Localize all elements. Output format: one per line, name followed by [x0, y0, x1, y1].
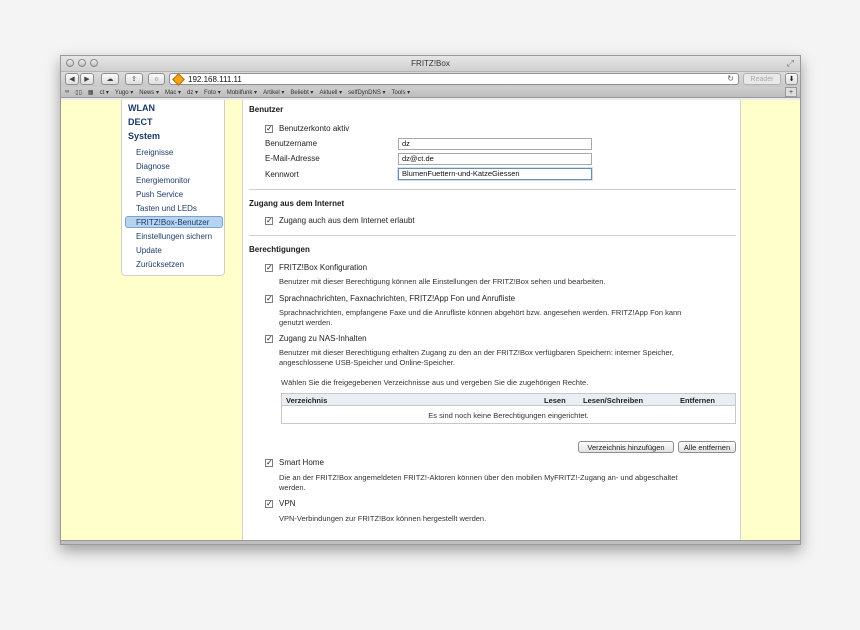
- remove-all-button[interactable]: Alle entfernen: [678, 441, 736, 453]
- new-tab-button[interactable]: +: [785, 87, 797, 97]
- page-content: WLAN DECT System Ereignisse Diagnose Ene…: [61, 100, 800, 540]
- account-active-checkbox[interactable]: ✓: [265, 125, 273, 133]
- vpn-permission-description: VPN-Verbindungen zur FRITZ!Box können he…: [279, 514, 487, 523]
- bookmark-item[interactable]: Artikel ▾: [263, 89, 284, 96]
- download-icon: ⬇: [788, 76, 795, 83]
- address-bar[interactable]: 192.168.111.11 ↻: [169, 72, 739, 86]
- sidebar-item-fritzbox-benutzer[interactable]: FRITZ!Box-Benutzer: [136, 218, 209, 227]
- add-directory-button[interactable]: Verzeichnis hinzufügen: [578, 441, 674, 453]
- email-input[interactable]: dz@ct.de: [398, 153, 592, 165]
- sidebar-item-system[interactable]: System: [128, 131, 160, 141]
- sidebar-item-push-service[interactable]: Push Service: [136, 190, 183, 199]
- vpn-permission-checkbox[interactable]: ✓: [265, 500, 273, 508]
- internet-access-label: Zugang auch aus dem Internet erlaubt: [279, 216, 415, 225]
- forward-icon: ▶: [84, 76, 90, 83]
- voice-permission-description: Sprachnachrichten, empfangene Faxe und d…: [279, 308, 682, 317]
- sidebar-item-dect[interactable]: DECT: [128, 117, 153, 127]
- bookmark-item[interactable]: News ▾: [139, 89, 159, 96]
- bookmark-item[interactable]: ct ▾: [100, 89, 109, 96]
- nas-permission-description: angeschlossene USB-Speicher und Online-S…: [279, 358, 455, 367]
- sidebar-item-einstellungen-sichern[interactable]: Einstellungen sichern: [136, 232, 212, 241]
- table-empty-message: Es sind noch keine Berechtigungen einger…: [428, 411, 589, 420]
- top-sites-button[interactable]: ○: [148, 73, 165, 85]
- config-permission-label: FRITZ!Box Konfiguration: [279, 263, 368, 272]
- window-title: FRITZ!Box: [411, 59, 450, 68]
- smarthome-permission-checkbox[interactable]: ✓: [265, 459, 273, 467]
- section-heading-berechtigungen: Berechtigungen: [249, 245, 310, 254]
- status-bar: [61, 540, 800, 544]
- vpn-permission-label: VPN: [279, 499, 296, 508]
- sidebar-item-ereignisse[interactable]: Ereignisse: [136, 148, 173, 157]
- password-input[interactable]: BlumenFuettern-und-KatzeGiessen: [398, 168, 592, 180]
- top-sites-icon: ○: [154, 75, 159, 83]
- column-header-remove[interactable]: Entfernen: [680, 396, 715, 405]
- divider: [249, 189, 736, 190]
- bookmark-item[interactable]: Yugo ▾: [115, 89, 133, 96]
- favicon-icon: [172, 72, 185, 86]
- forward-button[interactable]: ▶: [80, 73, 94, 85]
- reader-button[interactable]: Reader: [743, 73, 781, 85]
- icloud-tabs-button[interactable]: ☁: [101, 73, 119, 85]
- browser-window: FRITZ!Box ⤢ ◀ ▶ ☁ ⇪ ○ 192.168.111.11 ↻ R…: [60, 55, 801, 545]
- bookmark-item[interactable]: Tools ▾: [392, 89, 411, 96]
- username-input[interactable]: dz: [398, 138, 592, 150]
- account-active-label: Benutzerkonto aktiv: [279, 124, 350, 133]
- divider: [249, 235, 736, 236]
- sidebar-item-wlan[interactable]: WLAN: [128, 103, 155, 113]
- sidebar-item-tasten-leds[interactable]: Tasten und LEDs: [136, 204, 197, 213]
- bookmark-item[interactable]: Aktuell ▾: [319, 89, 342, 96]
- downloads-button[interactable]: ⬇: [785, 73, 798, 85]
- config-permission-checkbox[interactable]: ✓: [265, 264, 273, 272]
- nas-permission-checkbox[interactable]: ✓: [265, 335, 273, 343]
- column-header-read-write[interactable]: Lesen/Schreiben: [583, 396, 643, 405]
- share-icon: ⇪: [131, 76, 137, 83]
- fullscreen-icon[interactable]: ⤢: [787, 58, 794, 69]
- nas-permission-description: Benutzer mit dieser Berechtigung erhalte…: [279, 348, 674, 357]
- internet-access-checkbox[interactable]: ✓: [265, 217, 273, 225]
- bookmarks-bar: ∞ ▯▯ ▦ ct ▾ Yugo ▾ News ▾ Mac ▾ dz ▾ Fot…: [61, 87, 800, 98]
- password-label: Kennwort: [265, 170, 299, 179]
- settings-panel: Benutzer ✓ Benutzerkonto aktiv Benutzern…: [242, 100, 741, 540]
- sidebar-item-diagnose[interactable]: Diagnose: [136, 162, 170, 171]
- title-bar: FRITZ!Box ⤢: [61, 56, 800, 72]
- directory-permissions-table: Verzeichnis Lesen Lesen/Schreiben Entfer…: [281, 393, 736, 424]
- bookmark-item[interactable]: Beliebt ▾: [290, 89, 313, 96]
- bookmark-item[interactable]: selfDynDNS ▾: [348, 89, 385, 96]
- email-label: E-Mail-Adresse: [265, 154, 320, 163]
- sidebar-item-update[interactable]: Update: [136, 246, 162, 255]
- cloud-icon: ☁: [106, 76, 114, 83]
- sidebar-item-zuruecksetzen[interactable]: Zurücksetzen: [136, 260, 184, 269]
- nas-directory-hint: Wählen Sie die freigegebenen Verzeichnis…: [281, 378, 589, 387]
- bookmark-item[interactable]: Mac ▾: [165, 89, 181, 96]
- bookmarks-icon[interactable]: ▯▯: [75, 89, 82, 96]
- section-heading-internet: Zugang aus dem Internet: [249, 199, 345, 208]
- column-header-read[interactable]: Lesen: [544, 396, 566, 405]
- sidebar-item-energiemonitor[interactable]: Energiemonitor: [136, 176, 190, 185]
- voice-permission-label: Sprachnachrichten, Faxnachrichten, FRITZ…: [279, 294, 516, 303]
- reload-icon[interactable]: ↻: [727, 74, 734, 83]
- bookmark-item[interactable]: dz ▾: [187, 89, 198, 96]
- smarthome-permission-description: werden.: [279, 483, 306, 492]
- browser-toolbar: ◀ ▶ ☁ ⇪ ○ 192.168.111.11 ↻ Reader ⬇: [61, 72, 800, 87]
- nas-permission-label: Zugang zu NAS-Inhalten: [279, 334, 367, 343]
- voice-permission-description: genutzt werden.: [279, 318, 333, 327]
- sidebar-nav: WLAN DECT System Ereignisse Diagnose Ene…: [121, 100, 225, 276]
- config-permission-description: Benutzer mit dieser Berechtigung können …: [279, 277, 606, 286]
- smarthome-permission-description: Die an der FRITZ!Box angemeldeten FRITZ!…: [279, 473, 678, 482]
- username-label: Benutzername: [265, 139, 318, 148]
- bookmark-item[interactable]: Foto ▾: [204, 89, 221, 96]
- smarthome-permission-label: Smart Home: [279, 458, 324, 467]
- share-button[interactable]: ⇪: [125, 73, 143, 85]
- table-header: Verzeichnis Lesen Lesen/Schreiben Entfer…: [282, 394, 735, 406]
- top-sites-grid-icon[interactable]: ▦: [88, 89, 94, 96]
- reading-list-icon[interactable]: ∞: [65, 89, 69, 95]
- bookmark-item[interactable]: Mobilfunk ▾: [227, 89, 257, 96]
- column-header-directory[interactable]: Verzeichnis: [286, 396, 327, 405]
- section-heading-benutzer: Benutzer: [249, 105, 284, 114]
- voice-permission-checkbox[interactable]: ✓: [265, 295, 273, 303]
- url-text: 192.168.111.11: [188, 74, 242, 84]
- back-button[interactable]: ◀: [65, 73, 79, 85]
- back-icon: ◀: [69, 76, 75, 83]
